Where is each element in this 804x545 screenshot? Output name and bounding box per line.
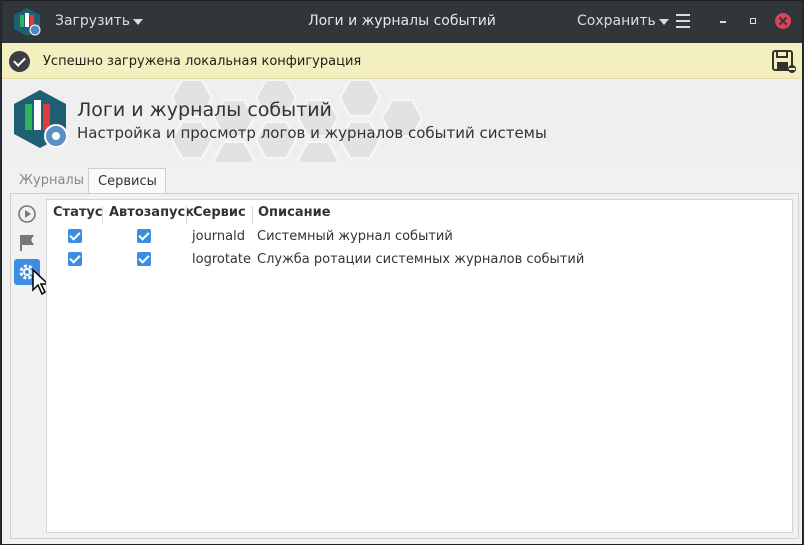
table-row[interactable]: logrotate Служба ротации системных журна… (47, 248, 792, 271)
hamburger-menu-icon[interactable] (676, 14, 690, 28)
page-title: Логи и журналы событий (77, 99, 332, 121)
play-icon[interactable] (14, 201, 40, 227)
column-header-service[interactable]: Сервис (193, 205, 246, 225)
maximize-button[interactable] (745, 14, 759, 28)
save-menu-button[interactable]: Сохранить (577, 13, 669, 29)
load-menu-label: Загрузить (55, 13, 131, 29)
column-header-autostart[interactable]: Автозапуск (109, 205, 194, 225)
notification-text: Успешно загружена локальная конфигурация (43, 54, 362, 69)
autostart-checkbox[interactable] (137, 252, 151, 266)
status-checkbox[interactable] (68, 252, 82, 266)
column-header-status[interactable]: Статус (53, 205, 103, 225)
save-disk-icon[interactable] (770, 48, 798, 76)
chevron-down-icon (658, 19, 669, 25)
column-separator (186, 206, 187, 224)
app-logo-icon (14, 90, 68, 148)
column-separator (102, 206, 103, 224)
close-button[interactable] (775, 13, 791, 29)
page-subtitle: Настройка и просмотр логов и журналов со… (77, 124, 547, 142)
services-panel: Статус Автозапуск Сервис Описание journa… (10, 193, 799, 539)
autostart-checkbox[interactable] (137, 229, 151, 243)
save-menu-label: Сохранить (577, 13, 656, 29)
app-logo-icon (14, 8, 41, 36)
table-row[interactable]: journald Системный журнал событий (47, 225, 792, 248)
minimize-button[interactable] (716, 14, 730, 28)
service-description: Служба ротации системных журналов событи… (257, 252, 585, 267)
service-description: Системный журнал событий (257, 229, 453, 244)
column-header-description[interactable]: Описание (258, 205, 331, 225)
check-icon (9, 51, 30, 72)
notification-bar: Успешно загружена локальная конфигурация (2, 43, 802, 79)
page-header: Логи и журналы событий Настройка и просм… (2, 80, 802, 162)
hexagon-pattern-background (170, 80, 424, 162)
column-separator (252, 206, 253, 224)
service-name: journald (192, 229, 245, 244)
chevron-down-icon (133, 19, 144, 25)
flag-icon[interactable] (14, 230, 40, 256)
services-table: Статус Автозапуск Сервис Описание journa… (46, 199, 793, 533)
load-menu-button[interactable]: Загрузить (55, 13, 144, 29)
service-name: logrotate (192, 252, 251, 267)
tab-logs[interactable]: Журналы (10, 168, 88, 194)
app-window: Загрузить Логи и журналы событий Сохрани… (1, 0, 803, 545)
status-checkbox[interactable] (68, 229, 82, 243)
tab-services[interactable]: Сервисы (88, 168, 166, 194)
title-bar: Загрузить Логи и журналы событий Сохрани… (2, 1, 802, 43)
